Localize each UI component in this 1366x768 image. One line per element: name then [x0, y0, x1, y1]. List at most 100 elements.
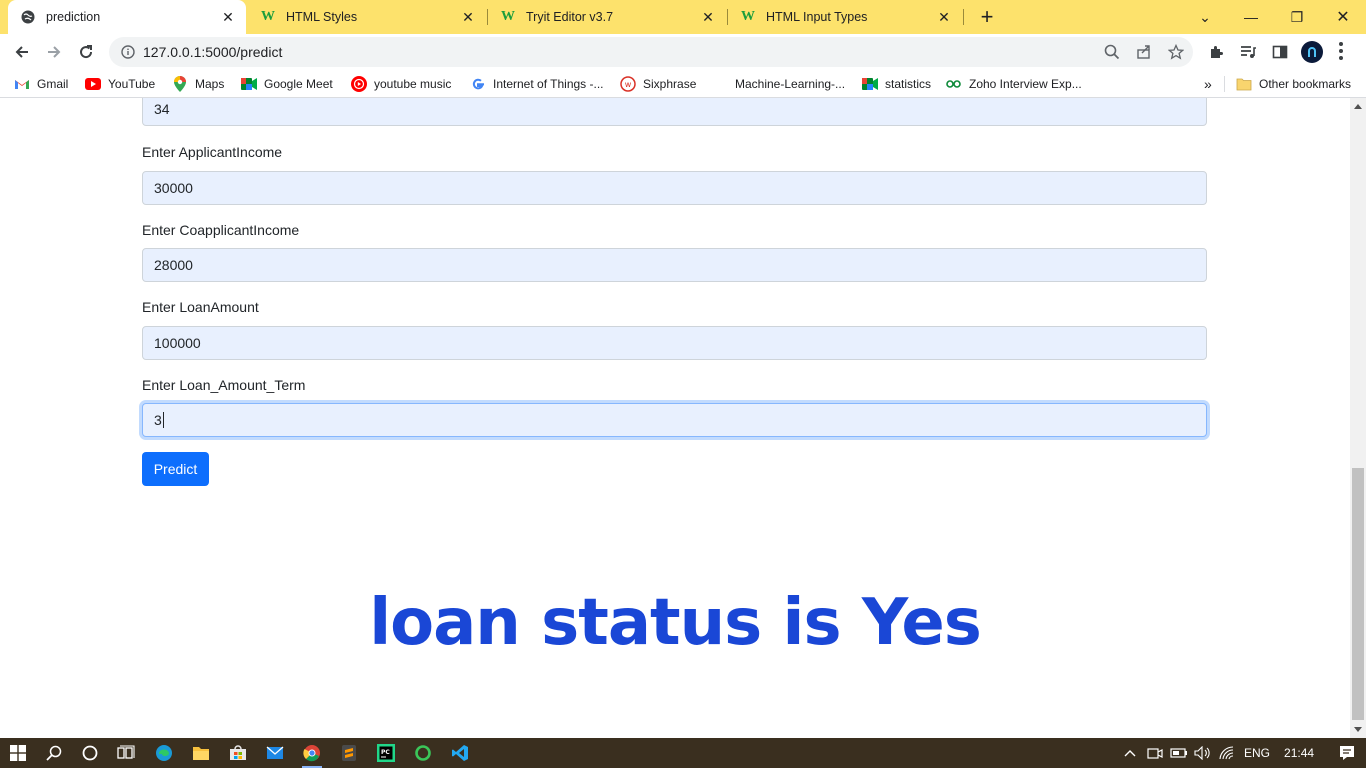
bookmark-maps[interactable]: Maps: [172, 75, 224, 93]
edge-icon[interactable]: [152, 741, 176, 765]
minimize-button[interactable]: —: [1228, 0, 1274, 34]
meet-icon: [241, 76, 257, 92]
other-bookmarks-folder[interactable]: Other bookmarks: [1236, 75, 1351, 93]
bookmarks-divider: [1224, 76, 1225, 92]
globe-icon: [20, 9, 36, 25]
new-tab-button[interactable]: +: [975, 4, 999, 29]
loan-amount-input[interactable]: 100000: [142, 326, 1207, 360]
share-icon[interactable]: [1136, 44, 1152, 65]
bookmark-label: Google Meet: [264, 77, 333, 91]
profile-icon: [1308, 47, 1316, 57]
tab-separator: [963, 9, 964, 25]
tray-overflow-chevron-icon[interactable]: [1122, 749, 1138, 757]
bookmark-label: Internet of Things -...: [493, 77, 604, 91]
bookmark-youtube-music[interactable]: youtube music: [351, 75, 451, 93]
notifications-icon[interactable]: [1338, 745, 1356, 761]
back-button[interactable]: [8, 38, 36, 66]
svg-text:w: w: [625, 80, 632, 89]
bookmark-star-icon[interactable]: [1167, 43, 1185, 65]
address-bar[interactable]: 127.0.0.1:5000/predict: [109, 37, 1193, 67]
bookmark-sixphrase[interactable]: w Sixphrase: [620, 75, 696, 93]
gmail-icon: [14, 76, 30, 92]
volume-icon[interactable]: [1194, 746, 1212, 760]
media-playlist-icon[interactable]: [1240, 44, 1256, 65]
more-bookmarks-chevron-icon[interactable]: »: [1204, 75, 1212, 93]
reading-list-icon[interactable]: [1272, 44, 1288, 65]
meet-icon: [862, 76, 878, 92]
bookmark-machine-learning[interactable]: Machine-Learning-...: [735, 75, 845, 93]
circle-app-icon[interactable]: [411, 741, 435, 765]
extensions-icon[interactable]: [1208, 44, 1224, 65]
clock[interactable]: 21:44: [1284, 746, 1314, 760]
w3schools-icon: W: [261, 9, 275, 24]
profile-avatar[interactable]: [1301, 41, 1323, 63]
tab-title: HTML Styles: [286, 10, 358, 24]
tab-html-styles[interactable]: W HTML Styles ✕: [248, 0, 486, 34]
battery-icon[interactable]: [1170, 748, 1188, 758]
predict-button[interactable]: Predict: [142, 452, 209, 486]
maps-icon: [172, 76, 188, 92]
arrow-right-icon: [48, 46, 61, 58]
page-scrollbar[interactable]: [1350, 98, 1366, 738]
scrollbar-thumb[interactable]: [1352, 468, 1364, 720]
close-tab-icon[interactable]: ✕: [460, 9, 476, 25]
pycharm-icon[interactable]: PC: [374, 741, 398, 765]
applicant-income-input[interactable]: 30000: [142, 171, 1207, 205]
bookmark-google-meet[interactable]: Google Meet: [241, 75, 333, 93]
loan-amount-term-input[interactable]: 3: [142, 403, 1207, 437]
windows-start-icon[interactable]: [6, 741, 30, 765]
url-text[interactable]: 127.0.0.1:5000/predict: [143, 44, 1193, 60]
store-icon[interactable]: [226, 741, 250, 765]
wifi-icon[interactable]: [1218, 746, 1236, 760]
close-tab-icon[interactable]: ✕: [700, 9, 716, 25]
meet-now-icon[interactable]: [1146, 746, 1164, 760]
bookmark-statistics[interactable]: statistics: [862, 75, 931, 93]
close-tab-icon[interactable]: ✕: [220, 9, 236, 25]
tab-title: HTML Input Types: [766, 10, 868, 24]
tab-tryit-editor[interactable]: W Tryit Editor v3.7 ✕: [488, 0, 726, 34]
tab-title: Tryit Editor v3.7: [526, 10, 614, 24]
task-view-icon[interactable]: [114, 741, 138, 765]
vscode-icon[interactable]: [448, 741, 472, 765]
previous-field-input[interactable]: 34: [142, 98, 1207, 126]
tab-search-chevron-icon[interactable]: ⌄: [1182, 0, 1228, 34]
bookmark-internet-of-things[interactable]: Internet of Things -...: [470, 75, 604, 93]
text-caret: [162, 412, 164, 428]
w3schools-icon: W: [501, 9, 515, 24]
zoom-icon[interactable]: [1104, 44, 1120, 65]
coapplicant-income-input[interactable]: 28000: [142, 248, 1207, 282]
coapplicant-income-label: Enter CoapplicantIncome: [142, 222, 300, 238]
scroll-down-arrow-icon[interactable]: [1350, 722, 1366, 738]
bookmark-zoho-interview[interactable]: Zoho Interview Exp...: [946, 75, 1082, 93]
tab-html-input-types[interactable]: W HTML Input Types ✕: [728, 0, 962, 34]
bookmark-label: Maps: [195, 77, 225, 91]
scroll-up-arrow-icon[interactable]: [1350, 98, 1366, 114]
tab-prediction[interactable]: prediction ✕: [8, 0, 246, 34]
input-value: 34: [154, 101, 170, 117]
language-indicator[interactable]: ENG: [1244, 746, 1270, 760]
site-info-icon[interactable]: [119, 43, 137, 61]
cortana-icon[interactable]: [78, 741, 102, 765]
file-explorer-icon[interactable]: [189, 741, 213, 765]
mail-icon[interactable]: [263, 741, 287, 765]
prediction-result: loan status is Yes: [369, 586, 982, 660]
bookmark-gmail[interactable]: Gmail: [14, 75, 68, 93]
chrome-icon[interactable]: [300, 741, 324, 768]
system-tray: ENG 21:44: [1122, 738, 1356, 768]
reload-button[interactable]: [72, 38, 100, 66]
tab-strip: prediction ✕ W HTML Styles ✕ W Tryit Edi…: [0, 0, 1366, 34]
svg-text:PC: PC: [381, 749, 390, 756]
youtube-icon: [85, 76, 101, 92]
close-window-button[interactable]: ✕: [1320, 0, 1366, 34]
close-tab-icon[interactable]: ✕: [936, 9, 952, 25]
tab-title: prediction: [46, 10, 101, 24]
bookmark-label: Gmail: [37, 77, 69, 91]
sublime-icon[interactable]: [337, 741, 361, 765]
forward-button[interactable]: [40, 38, 68, 66]
bookmark-label: statistics: [885, 77, 932, 91]
google-icon: [470, 76, 486, 92]
bookmark-youtube[interactable]: YouTube: [85, 75, 155, 93]
restore-button[interactable]: ❐: [1274, 0, 1320, 34]
search-icon[interactable]: [42, 741, 66, 765]
kebab-menu-icon[interactable]: [1338, 42, 1344, 60]
